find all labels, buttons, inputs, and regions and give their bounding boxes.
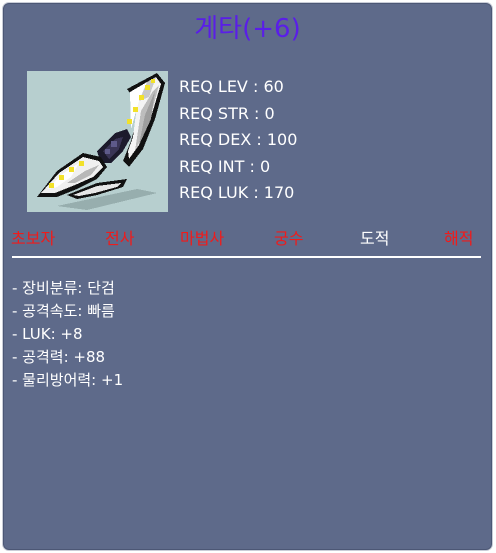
item-stats: - 장비분류: 단검 - 공격속도: 빠름 - LUK: +8 - 공격력: +… (12, 277, 123, 392)
requirements-list: REQ LEV : 60 REQ STR : 0 REQ DEX : 100 R… (179, 74, 297, 207)
stat-equip-type: - 장비분류: 단검 (12, 279, 115, 297)
stat-defense: - 물리방어력: +1 (12, 371, 124, 389)
req-level: REQ LEV : 60 (179, 77, 284, 96)
dagger-icon (37, 73, 165, 210)
job-bowman: 궁수 (274, 229, 304, 248)
stat-attack-speed: - 공격속도: 빠름 (12, 302, 115, 320)
req-luk: REQ LUK : 170 (179, 183, 295, 202)
job-warrior: 전사 (105, 229, 135, 248)
job-thief: 도적 (360, 229, 390, 248)
stat-attack: - 공격력: +88 (12, 348, 106, 366)
job-magician: 마법사 (180, 229, 225, 248)
divider (12, 256, 481, 258)
item-tooltip: 게타(+6) REQ LEV: 60 REQ STR: 0 REQ DEX … (3, 3, 492, 550)
item-icon-frame (27, 71, 168, 212)
req-dex: REQ DEX : 100 (179, 130, 298, 149)
job-beginner: 초보자 (11, 229, 56, 248)
job-restrictions: 초보자 전사 마법사 궁수 도적 해적 (4, 227, 491, 253)
job-pirate: 해적 (444, 229, 474, 248)
req-int: REQ INT : 0 (179, 156, 271, 176)
req-str: REQ STR : 0 (179, 103, 275, 123)
item-name: 게타(+6) (194, 14, 301, 44)
stat-luk: - LUK: +8 (12, 325, 83, 343)
